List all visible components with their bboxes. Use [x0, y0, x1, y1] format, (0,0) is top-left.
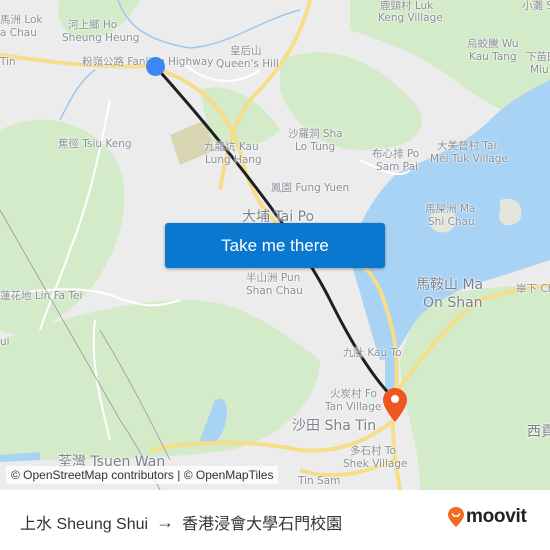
origin-name: 上水 Sheung Shui: [20, 516, 149, 533]
map-label: 半山洲 Pun: [246, 272, 301, 284]
destination-name: 香港浸會大學石門校園: [182, 516, 343, 533]
map-label: ui: [0, 336, 10, 348]
map-label: 烏蛟騰 Wu: [467, 38, 519, 50]
arrow-right-icon: →: [156, 511, 175, 532]
map-label: 九肚 Kau To: [343, 347, 402, 359]
map-label: On Shan: [423, 295, 483, 311]
map-label: 大美督村 Tai: [437, 140, 497, 152]
map-label: Lo Tung: [295, 141, 336, 153]
map-label: Tin: [0, 56, 16, 68]
map-attribution[interactable]: © OpenStreetMap contributors | © OpenMap…: [6, 466, 279, 484]
origin-marker[interactable]: [146, 57, 165, 76]
map-label: Shek Village: [343, 458, 408, 470]
map-label: 西貢: [527, 424, 550, 440]
map-label: 崋下 Ch: [516, 283, 550, 295]
map-label: 馬洲 Lok: [0, 14, 43, 26]
map-label: 馬鞍山 Ma: [416, 277, 484, 293]
map-label: Keng Village: [378, 12, 443, 24]
map[interactable]: 馬洲 Lok a Chau Tin 河上鄉 Ho Sheung Heung 粉嶺…: [0, 0, 550, 490]
map-label: 馬屎洲 Ma: [425, 203, 476, 215]
map-label: 沙羅洞 Sha: [288, 128, 343, 140]
map-label: Tan Village: [325, 401, 382, 413]
map-label: 皇后山: [230, 45, 262, 57]
map-label: 布心排 Po: [372, 148, 420, 160]
map-label: Sam Pai: [376, 161, 418, 173]
destination-pin-icon[interactable]: [383, 388, 407, 422]
map-label: Sheung Heung: [62, 32, 140, 44]
map-label: 蓮花地 Lin Fa Tei: [0, 290, 83, 302]
map-label: Kau Tang: [469, 51, 517, 63]
map-label: Mei Tuk Village: [430, 153, 508, 165]
map-label: 九龍坑 Kau: [204, 141, 259, 153]
map-label: 沙田 Sha Tin: [292, 418, 377, 434]
route-summary: 上水 Sheung Shui → 香港浸會大學石門校園: [20, 510, 342, 534]
brand-name: moovit: [466, 506, 527, 527]
map-label: 河上鄉 Ho: [68, 19, 118, 31]
map-label: 蕉徑 Tsiu Keng: [58, 138, 132, 150]
map-label: Shan Chau: [246, 285, 303, 297]
map-label: 鳳園 Fung Yuen: [271, 182, 350, 194]
map-label: 多石村 To: [350, 445, 396, 457]
map-label: Miu: [530, 64, 549, 76]
moovit-logo[interactable]: moovit: [448, 506, 527, 528]
map-label: 下苗田: [526, 51, 550, 63]
map-label: Queen's Hill: [216, 58, 279, 70]
map-label: Lung Hang: [205, 154, 262, 166]
map-label: Tin Sam: [298, 475, 341, 487]
footer: 上水 Sheung Shui → 香港浸會大學石門校園 moovit: [0, 490, 550, 550]
moovit-pin-icon: [448, 507, 464, 527]
map-label: a Chau: [0, 27, 37, 39]
map-label: 小灘 S: [522, 0, 550, 12]
map-label: 火炭村 Fo: [330, 388, 377, 400]
take-me-there-button[interactable]: Take me there: [165, 223, 385, 268]
map-label: Shi Chau: [428, 216, 475, 228]
